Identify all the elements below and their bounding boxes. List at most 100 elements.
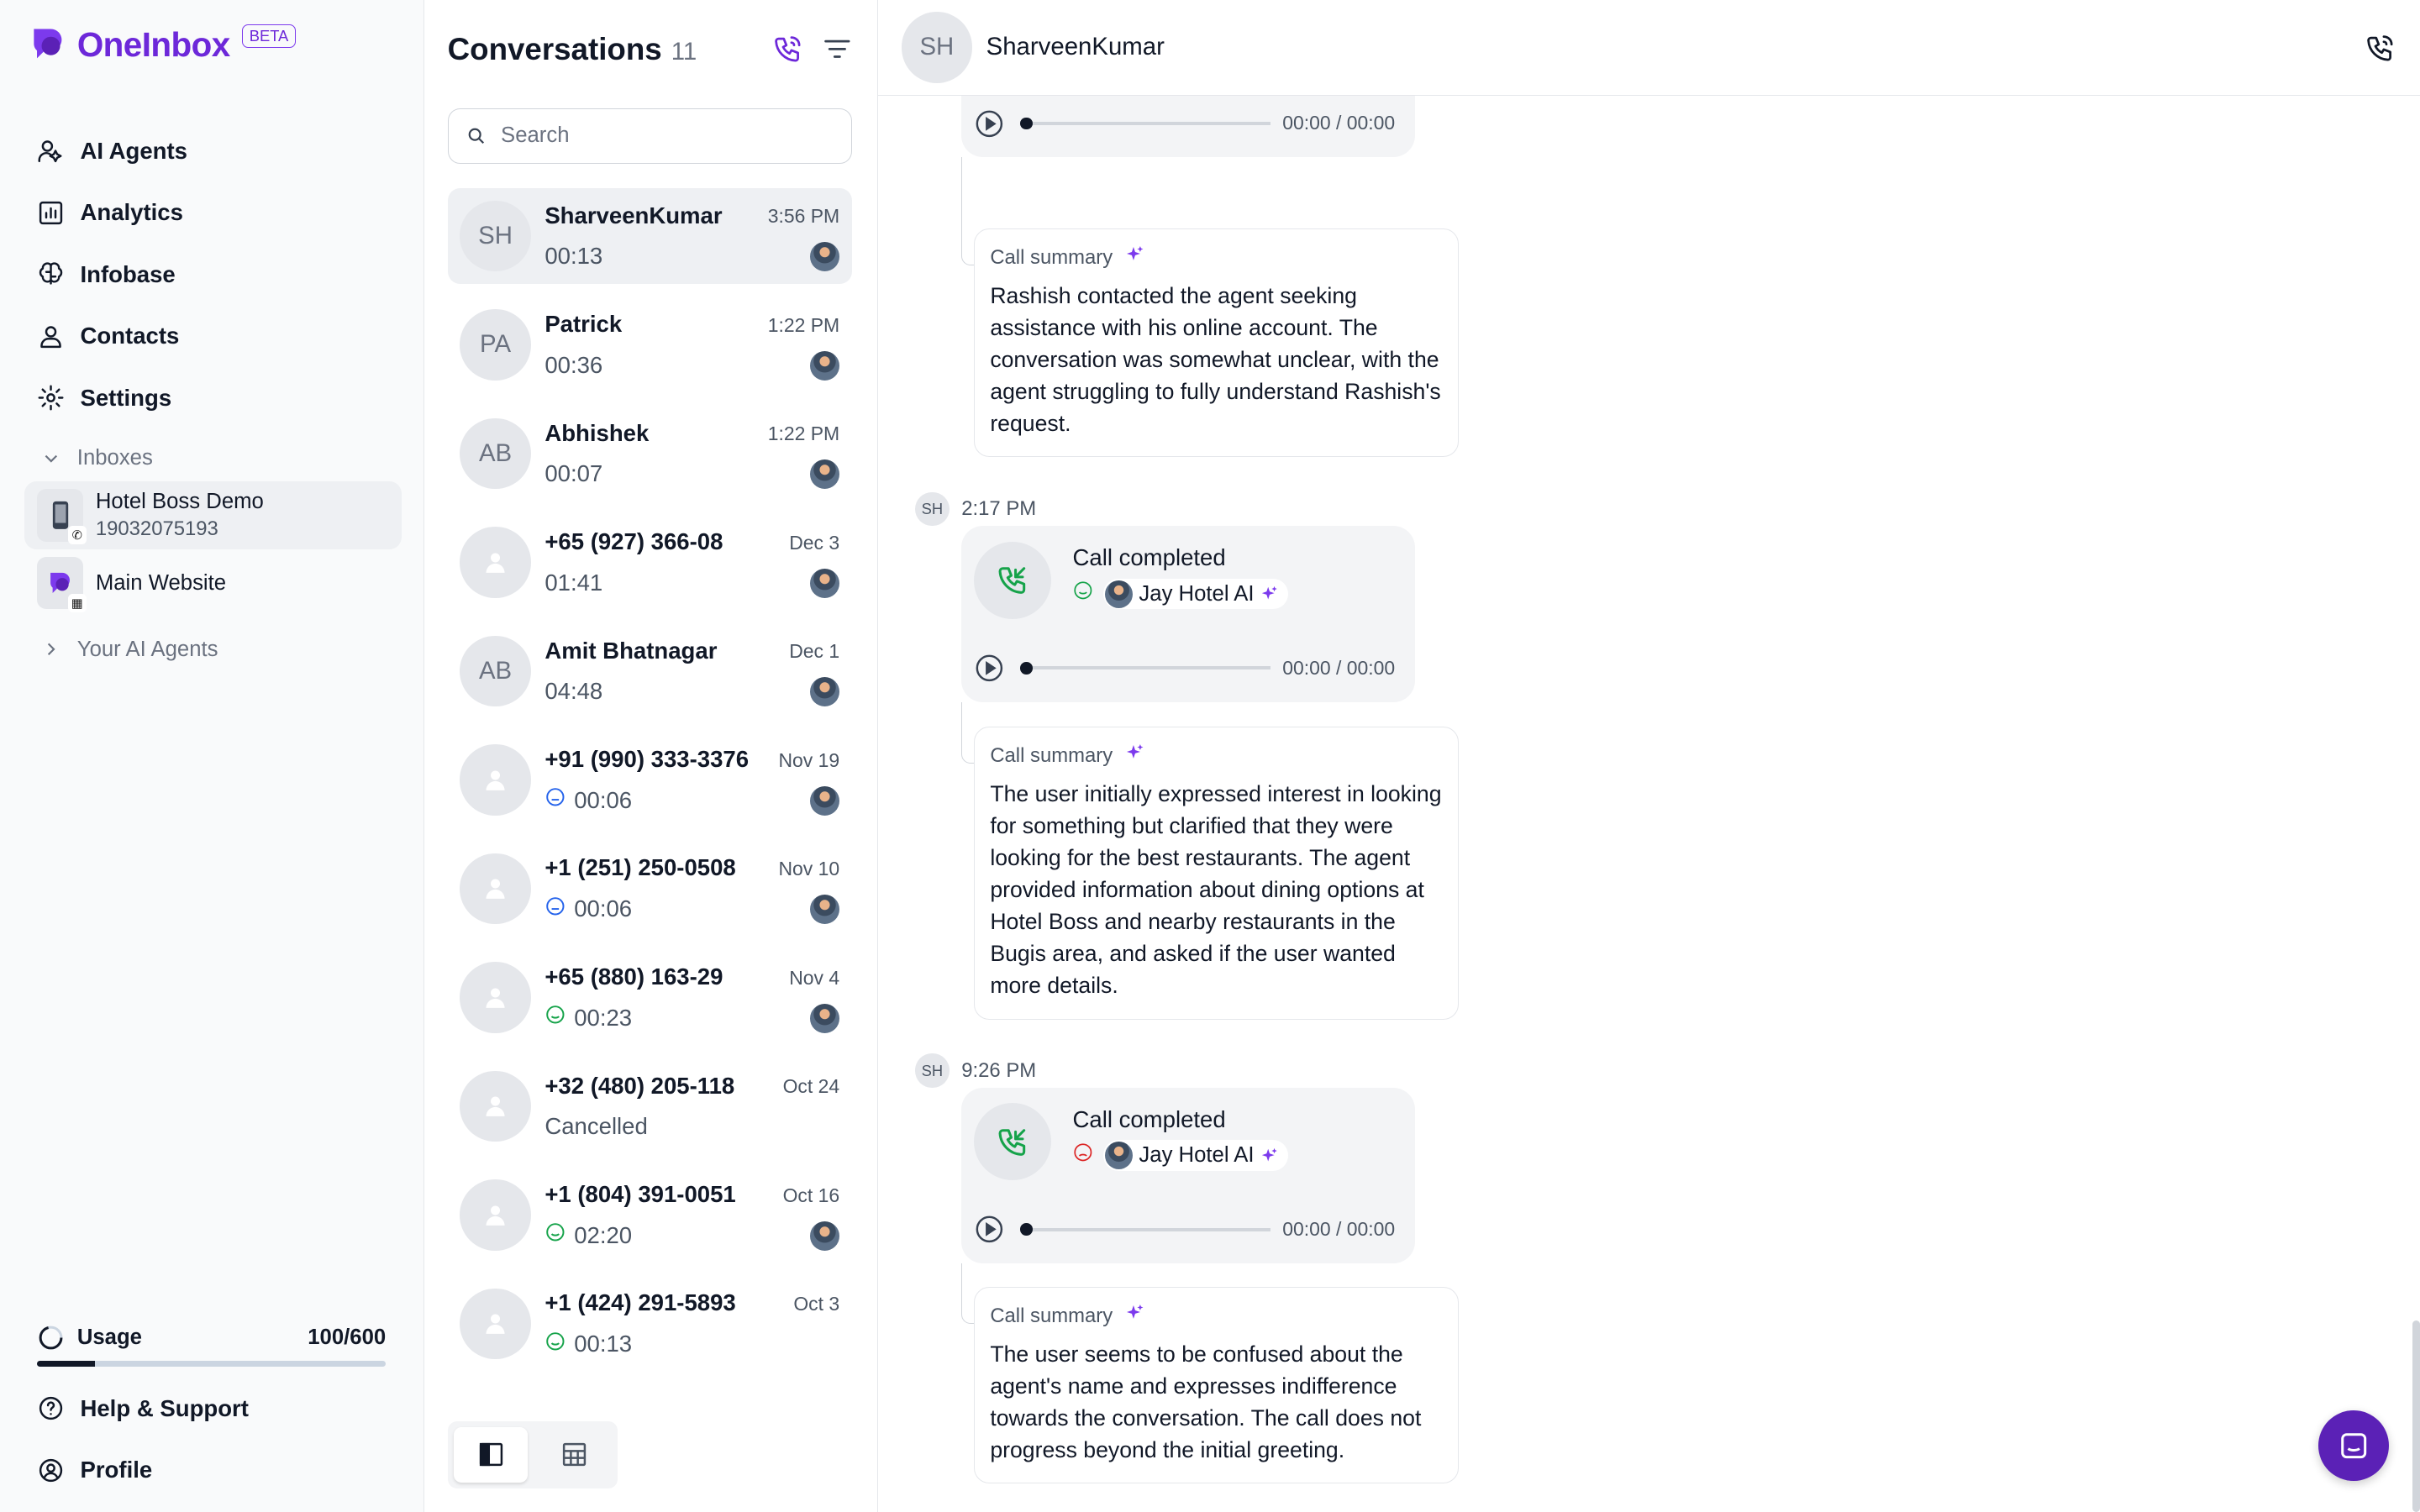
conversation-row[interactable]: +1 (251) 250-0508 00:06 Nov 10 [448, 841, 852, 937]
sidebar-layout-icon [479, 1443, 502, 1467]
table-view-button[interactable] [537, 1427, 611, 1483]
sparkle-icon [1125, 244, 1145, 270]
sparkle-icon [1125, 1303, 1145, 1329]
nav-analytics[interactable]: Analytics [24, 182, 401, 244]
summary-text: Rashish contacted the agent seeking assi… [990, 283, 1441, 437]
call-summary-card: Call summary The user initially expresse… [973, 727, 1459, 1020]
nav-help-label: Help & Support [80, 1394, 249, 1421]
conversation-time: Nov 10 [778, 858, 840, 880]
nav-settings[interactable]: Settings [24, 367, 401, 428]
conversation-row[interactable]: PA Patrick 00:36 1:22 PM [448, 297, 852, 393]
audio-time: 00:00 / 00:00 [1282, 112, 1396, 134]
call-summary-card: Call summary The user seems to be confus… [973, 1286, 1459, 1484]
sentiment-neutral-icon [544, 895, 566, 923]
inbox-name: Hotel Boss Demo [95, 490, 264, 514]
inbox-name: Main Website [95, 570, 227, 595]
nav-help-support[interactable]: Help & Support [24, 1378, 401, 1439]
call-status: Call completed [1072, 1105, 1226, 1132]
nav-profile[interactable]: Profile [24, 1440, 401, 1501]
search-input[interactable] [501, 123, 825, 149]
nav-contacts[interactable]: Contacts [24, 306, 401, 367]
search-icon [468, 128, 484, 144]
conversation-row[interactable]: +32 (480) 205-118 Cancelled Oct 24 [448, 1058, 852, 1154]
beta-badge: BETA [242, 24, 296, 49]
avatar: PA [460, 309, 531, 381]
inboxes-toggle[interactable]: Inboxes [24, 435, 401, 481]
brain-icon [39, 262, 63, 286]
usage-gauge-icon [39, 1326, 63, 1350]
audio-scrubber[interactable] [1020, 117, 1270, 130]
phone-call-icon[interactable] [772, 34, 803, 65]
phone-call-icon[interactable] [2365, 33, 2396, 64]
person-avatar-icon [460, 1179, 531, 1251]
usage-meter[interactable]: Usage 100/600 [37, 1324, 387, 1368]
brand-logo[interactable]: OneInbox BETA [28, 24, 296, 65]
agent-chip[interactable]: Jay Hotel AI [1103, 1140, 1288, 1171]
conversation-duration: 00:23 [574, 1004, 633, 1031]
chat-thread[interactable]: Jay Hotel AI 00:00 / 00:00 Call summary … [878, 0, 2420, 1512]
nav-contacts-label: Contacts [80, 323, 180, 349]
conversation-duration: 01:41 [544, 569, 603, 596]
chat-panel: Jay Hotel AI 00:00 / 00:00 Call summary … [878, 0, 2420, 1512]
audio-time: 00:00 / 00:00 [1282, 1218, 1396, 1241]
sentiment-positive-icon [544, 1221, 566, 1249]
your-ai-agents-toggle[interactable]: Your AI Agents [24, 627, 401, 673]
audio-scrubber[interactable] [1020, 661, 1270, 675]
conversation-duration: 00:07 [544, 460, 603, 487]
bottom-nav: Help & Support Profile [24, 1378, 401, 1501]
message-meta: SH 2:17 PM [915, 491, 1036, 527]
agent-avatar [810, 1003, 840, 1033]
qr-badge-icon: ▦ [67, 594, 87, 613]
app-root: OneInbox BETA AI Agents Analytics Infoba… [0, 0, 2420, 1512]
conversation-row[interactable]: +1 (804) 391-0051 02:20 Oct 16 [448, 1167, 852, 1263]
sparkle-icon [1260, 585, 1279, 603]
nav-ai-agents[interactable]: AI Agents [24, 120, 401, 181]
nav-infobase[interactable]: Infobase [24, 244, 401, 305]
sparkle-icon [1125, 743, 1145, 769]
play-icon[interactable] [974, 108, 1005, 139]
nav-infobase-label: Infobase [80, 260, 176, 287]
contact-name: SharveenKumar [986, 33, 1165, 61]
nav-settings-label: Settings [80, 384, 172, 411]
conversation-list: SH SharveenKumar 00:13 3:56 PM PA Patric… [447, 188, 852, 1384]
avatar: SH [915, 491, 950, 527]
chat-header: SH SharveenKumar [878, 0, 2420, 96]
agent-chip[interactable]: Jay Hotel AI [1103, 578, 1288, 610]
conversation-row[interactable]: AB Abhishek 00:07 1:22 PM [448, 406, 852, 501]
conversation-duration: 00:36 [544, 351, 603, 378]
chat-bubble-icon [2340, 1432, 2366, 1458]
conversation-time: Nov 19 [778, 748, 840, 771]
inbox-hotel-boss-demo[interactable]: ✆ Hotel Boss Demo 19032075193 [24, 480, 402, 549]
agent-avatar [1105, 1142, 1134, 1170]
chat-scrollbar[interactable] [2412, 1320, 2420, 1512]
agent-avatar [810, 1221, 840, 1251]
user-icon [40, 326, 61, 348]
audio-time: 00:00 / 00:00 [1282, 656, 1396, 679]
play-icon[interactable] [974, 1214, 1005, 1245]
sentiment-neutral-icon [544, 786, 566, 814]
gear-icon [38, 385, 64, 411]
conversation-time: 1:22 PM [767, 313, 840, 336]
conversation-row[interactable]: AB Amit Bhatnagar 04:48 Dec 1 [448, 623, 852, 719]
conversation-duration: 04:48 [544, 678, 603, 705]
inbox-main-website[interactable]: ▦ Main Website [24, 549, 401, 617]
split-view-button[interactable] [453, 1426, 529, 1483]
phone-badge-icon: ✆ [67, 526, 87, 545]
sentiment-negative-icon [1072, 1142, 1094, 1170]
conversation-row[interactable]: +65 (880) 163-29 00:23 Nov 4 [448, 949, 852, 1045]
conversation-duration: 00:13 [574, 1331, 633, 1357]
filter-icon[interactable] [822, 34, 853, 65]
avatar: SH [915, 1053, 950, 1088]
conversation-row[interactable]: +65 (927) 366-08 01:41 Dec 3 [448, 515, 852, 611]
help-chat-button[interactable] [2317, 1410, 2390, 1482]
nav-ai-agents-label: AI Agents [80, 137, 188, 164]
play-icon[interactable] [974, 653, 1005, 684]
conversation-row[interactable]: +1 (424) 291-5893 00:13 Oct 3 [448, 1276, 852, 1372]
agent-avatar [1105, 580, 1134, 608]
conversation-duration: 00:06 [574, 895, 633, 922]
conversation-time: Dec 1 [789, 640, 840, 663]
conversation-row[interactable]: SH SharveenKumar 00:13 3:56 PM [447, 188, 852, 284]
audio-scrubber[interactable] [1020, 1223, 1270, 1236]
search-box[interactable] [447, 108, 852, 164]
conversation-row[interactable]: +91 (990) 333-3376 00:06 Nov 19 [448, 732, 852, 827]
